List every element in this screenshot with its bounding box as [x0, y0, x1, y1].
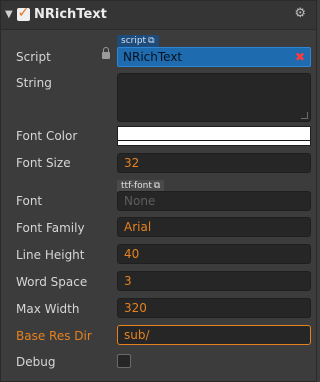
- font-family-value: Arial: [124, 220, 152, 234]
- line-height-value: 40: [124, 247, 140, 261]
- base-res-dir-input[interactable]: sub/: [117, 325, 311, 345]
- font-label: Font: [16, 194, 43, 208]
- max-width-input[interactable]: 320: [117, 298, 311, 318]
- script-tag: script ⧉: [117, 35, 159, 47]
- component-header: ▼ ✓ NRichText ⚙: [1, 1, 316, 30]
- line-height-label: Line Height: [16, 248, 85, 262]
- component-enabled-checkbox[interactable]: ✓: [17, 5, 30, 21]
- line-height-input[interactable]: 40: [117, 244, 311, 264]
- word-space-value: 3: [124, 274, 132, 288]
- string-textarea[interactable]: [117, 73, 311, 122]
- font-color-picker[interactable]: [117, 126, 311, 146]
- font-size-label: Font Size: [16, 156, 71, 170]
- base-res-dir-value: sub/: [124, 328, 150, 342]
- font-asset-field[interactable]: None: [117, 191, 311, 211]
- max-width-label: Max Width: [16, 302, 80, 316]
- inspector-panel: ▼ ✓ NRichText ⚙ Script script ⧉ NRichText…: [0, 0, 317, 382]
- close-icon[interactable]: ✖: [295, 50, 305, 64]
- external-link-icon[interactable]: ⧉: [154, 181, 160, 191]
- string-label: String: [16, 76, 52, 90]
- debug-label: Debug: [16, 355, 56, 369]
- font-family-input[interactable]: Arial: [117, 217, 311, 237]
- font-family-label: Font Family: [16, 221, 85, 235]
- script-field[interactable]: NRichText ✖: [117, 47, 311, 67]
- checkmark-icon: ✓: [17, 5, 30, 21]
- font-size-value: 32: [124, 156, 140, 170]
- gear-icon[interactable]: ⚙: [294, 6, 306, 21]
- resize-grip-icon[interactable]: [301, 112, 308, 119]
- script-label: Script: [16, 50, 51, 64]
- font-size-input[interactable]: 32: [117, 153, 311, 173]
- color-alpha-bar: [118, 140, 310, 145]
- external-link-icon[interactable]: ⧉: [148, 36, 154, 46]
- component-title: NRichText: [34, 7, 107, 22]
- base-res-dir-label: Base Res Dir: [16, 329, 92, 343]
- word-space-label: Word Space: [16, 275, 88, 289]
- max-width-value: 320: [124, 301, 147, 315]
- script-value: NRichText: [123, 50, 183, 64]
- font-value: None: [124, 194, 156, 208]
- font-color-label: Font Color: [16, 129, 78, 143]
- word-space-input[interactable]: 3: [117, 271, 311, 291]
- triangle-down-icon[interactable]: ▼: [5, 9, 13, 20]
- lock-icon: [102, 47, 110, 59]
- debug-checkbox[interactable]: [117, 354, 131, 368]
